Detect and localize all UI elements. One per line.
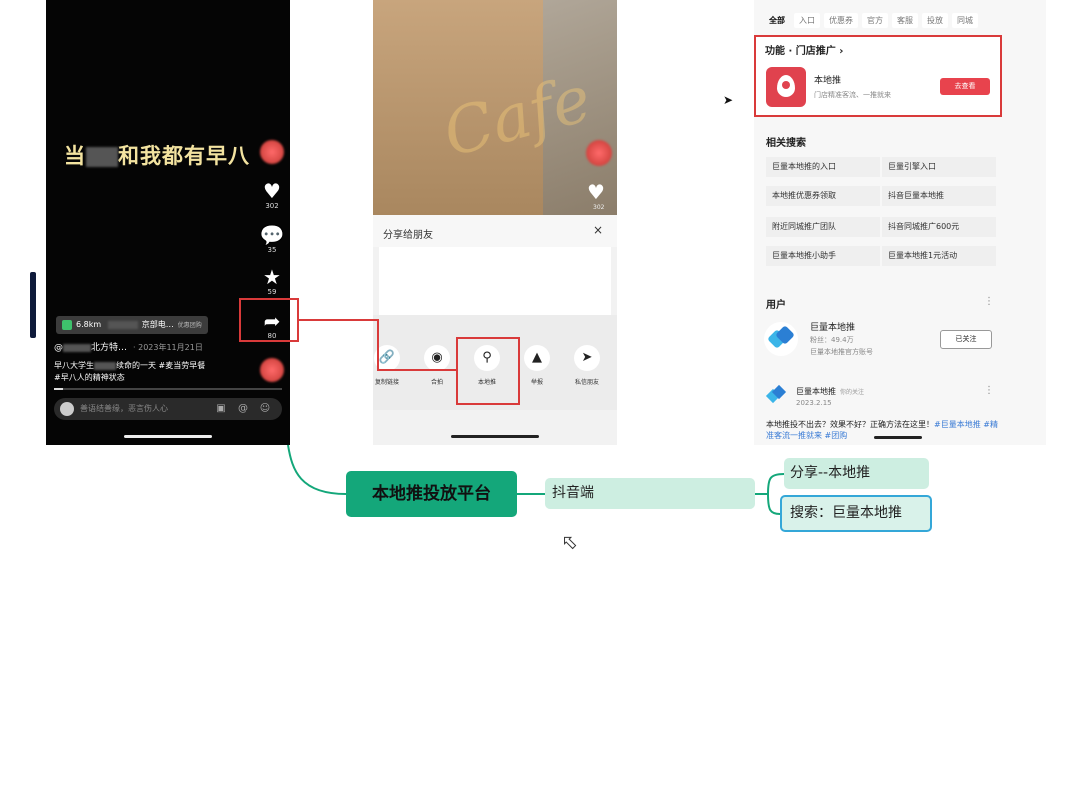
mindmap-node-search[interactable]: 搜索：巨量本地推 xyxy=(780,495,932,532)
left-edge-strip xyxy=(30,272,36,338)
share-item-1[interactable]: ◉ 合拍 xyxy=(415,345,459,386)
post-avatar[interactable] xyxy=(765,384,788,407)
post-date: 2023.2.15 xyxy=(796,399,832,407)
star-icon: ★ xyxy=(263,265,281,289)
favorite-count: 59 xyxy=(267,288,277,296)
related-search-item[interactable]: 巨量引擎入口 xyxy=(882,157,996,177)
music-disc[interactable] xyxy=(256,358,288,382)
share-item-icon: 🔗 xyxy=(374,345,400,371)
friends-area xyxy=(379,247,611,317)
comment-count: 35 xyxy=(267,246,277,254)
post-author[interactable]: 巨量本地推 你的关注 xyxy=(796,386,864,397)
share-item-icon: ◉ xyxy=(424,345,450,371)
user-verified-label: 巨量本地推官方账号 xyxy=(810,348,873,356)
home-indicator xyxy=(874,436,922,439)
tab-2[interactable]: 优惠券 xyxy=(824,13,858,28)
mouse-cursor-icon: ➤ xyxy=(723,93,734,107)
more-icon[interactable]: ⋮ xyxy=(984,385,994,396)
root-link-line xyxy=(287,444,347,495)
video-progress-bar[interactable] xyxy=(54,388,282,390)
favorite-button[interactable]: ★ 59 xyxy=(256,266,288,296)
user-name[interactable]: 巨量本地推 xyxy=(810,320,855,333)
emoji-icon[interactable]: ☺ xyxy=(258,402,272,416)
related-search-title: 相关搜索 xyxy=(766,138,806,149)
share-sheet: 分享给朋友 × 🔗 复制链接 ◉ 合拍 ⚲ 本地推 ▲ 举报 ➤ 私信朋友 xyxy=(373,215,617,445)
function-title[interactable]: 功能 · 门店推广 › xyxy=(765,42,843,57)
related-search-item[interactable]: 本地推优惠券领取 xyxy=(766,186,880,206)
related-search-item[interactable]: 巨量本地推小助手 xyxy=(766,246,880,266)
related-search-item[interactable]: 抖音同城推广600元 xyxy=(882,217,996,237)
tab-5[interactable]: 投放 xyxy=(922,13,948,28)
creator-avatar[interactable] xyxy=(586,140,612,166)
share-item-label: 私信朋友 xyxy=(574,379,599,386)
mindmap-root-node[interactable]: 本地推投放平台 xyxy=(346,471,517,517)
home-indicator xyxy=(124,435,212,438)
share-highlight-box xyxy=(239,298,299,342)
share-item-icon: ➤ xyxy=(574,345,600,371)
mindmap-node-douyin[interactable]: 抖音端 xyxy=(545,478,755,509)
image-icon[interactable]: ▣ xyxy=(214,402,228,416)
share-item-label: 合拍 xyxy=(430,379,443,386)
chevron-right-icon: › xyxy=(839,46,844,57)
location-chip[interactable]: 6.8km 京部电… 优惠团购 xyxy=(56,316,208,334)
close-icon[interactable]: × xyxy=(593,223,603,237)
video-description: 早八大学生 续命的一天 #麦当劳早餐 #早八人的精神状态 xyxy=(54,361,206,382)
related-search-item[interactable]: 附近同城推广团队 xyxy=(766,217,880,237)
tab-4[interactable]: 客服 xyxy=(892,13,918,28)
share-item-3[interactable]: ▲ 举报 xyxy=(515,345,559,386)
view-button[interactable]: 去查看 xyxy=(940,78,990,95)
comment-button[interactable]: 💬 35 xyxy=(256,224,288,254)
like-count: 302 xyxy=(265,202,279,210)
related-search-item[interactable]: 巨量本地推1元活动 xyxy=(882,246,996,266)
users-section-title: 用户 xyxy=(766,300,786,311)
share-item-label: 复制链接 xyxy=(374,379,399,386)
tab-6[interactable]: 同城 xyxy=(952,13,978,28)
share-item-label: 举报 xyxy=(530,379,543,386)
function-name: 本地推 xyxy=(814,76,842,86)
like-button[interactable]: ♥ 302 xyxy=(256,180,288,210)
home-indicator xyxy=(451,435,539,438)
tab-3[interactable]: 官方 xyxy=(862,13,888,28)
filter-tabs: 全部 入口 优惠券 官方 客服 投放 同城 xyxy=(764,8,982,28)
comment-icon: 💬 xyxy=(259,223,285,247)
local-push-highlight-box xyxy=(456,337,520,405)
related-search-item[interactable]: 巨量本地推的入口 xyxy=(766,157,880,177)
blurred-text xyxy=(86,147,118,167)
at-icon[interactable]: @ xyxy=(236,402,250,416)
heart-icon[interactable]: ♥ xyxy=(587,180,605,204)
video-screenshot: 当和我都有早八 ♥ 302 💬 35 ★ 59 ➦ 80 6.8km 京部电… 优… xyxy=(46,0,290,445)
author-line[interactable]: @ 北方特… · 2023年11月21日 xyxy=(54,340,203,353)
sheet-title: 分享给朋友 xyxy=(383,230,433,241)
user-fans: 粉丝：49.4万 xyxy=(810,336,854,344)
video-caption: 当和我都有早八 xyxy=(64,144,250,168)
mouse-pointer-icon: ⬉ xyxy=(561,532,578,554)
heart-icon: ♥ xyxy=(263,179,281,203)
function-desc: 门店精准客流、一推就来 xyxy=(814,91,891,99)
follow-button[interactable]: 已关注 xyxy=(940,330,992,349)
more-icon[interactable]: ⋮ xyxy=(984,296,994,307)
mindmap-node-share[interactable]: 分享--本地推 xyxy=(784,458,929,489)
user-avatar xyxy=(60,402,74,416)
tab-1[interactable]: 入口 xyxy=(794,13,820,28)
share-item-icon: ▲ xyxy=(524,345,550,371)
related-search-item[interactable]: 抖音巨量本地推 xyxy=(882,186,996,206)
share-item-0[interactable]: 🔗 复制链接 xyxy=(373,345,409,386)
comment-input[interactable]: 善语结善缘，恶言伤人心 ▣ @ ☺ xyxy=(54,398,282,420)
like-count: 302 xyxy=(593,204,605,211)
share-item-4[interactable]: ➤ 私信朋友 xyxy=(565,345,609,386)
location-pin-icon xyxy=(62,319,72,330)
user-avatar[interactable] xyxy=(764,322,798,356)
tab-0[interactable]: 全部 xyxy=(764,13,790,28)
search-results-panel: 全部 入口 优惠券 官方 客服 投放 同城 功能 · 门店推广 › 本地推 门店精准客流、一… xyxy=(754,0,1046,445)
local-push-app-icon[interactable] xyxy=(766,67,806,107)
creator-avatar[interactable] xyxy=(256,140,288,164)
comment-placeholder: 善语结善缘，恶言伤人心 xyxy=(80,404,168,413)
